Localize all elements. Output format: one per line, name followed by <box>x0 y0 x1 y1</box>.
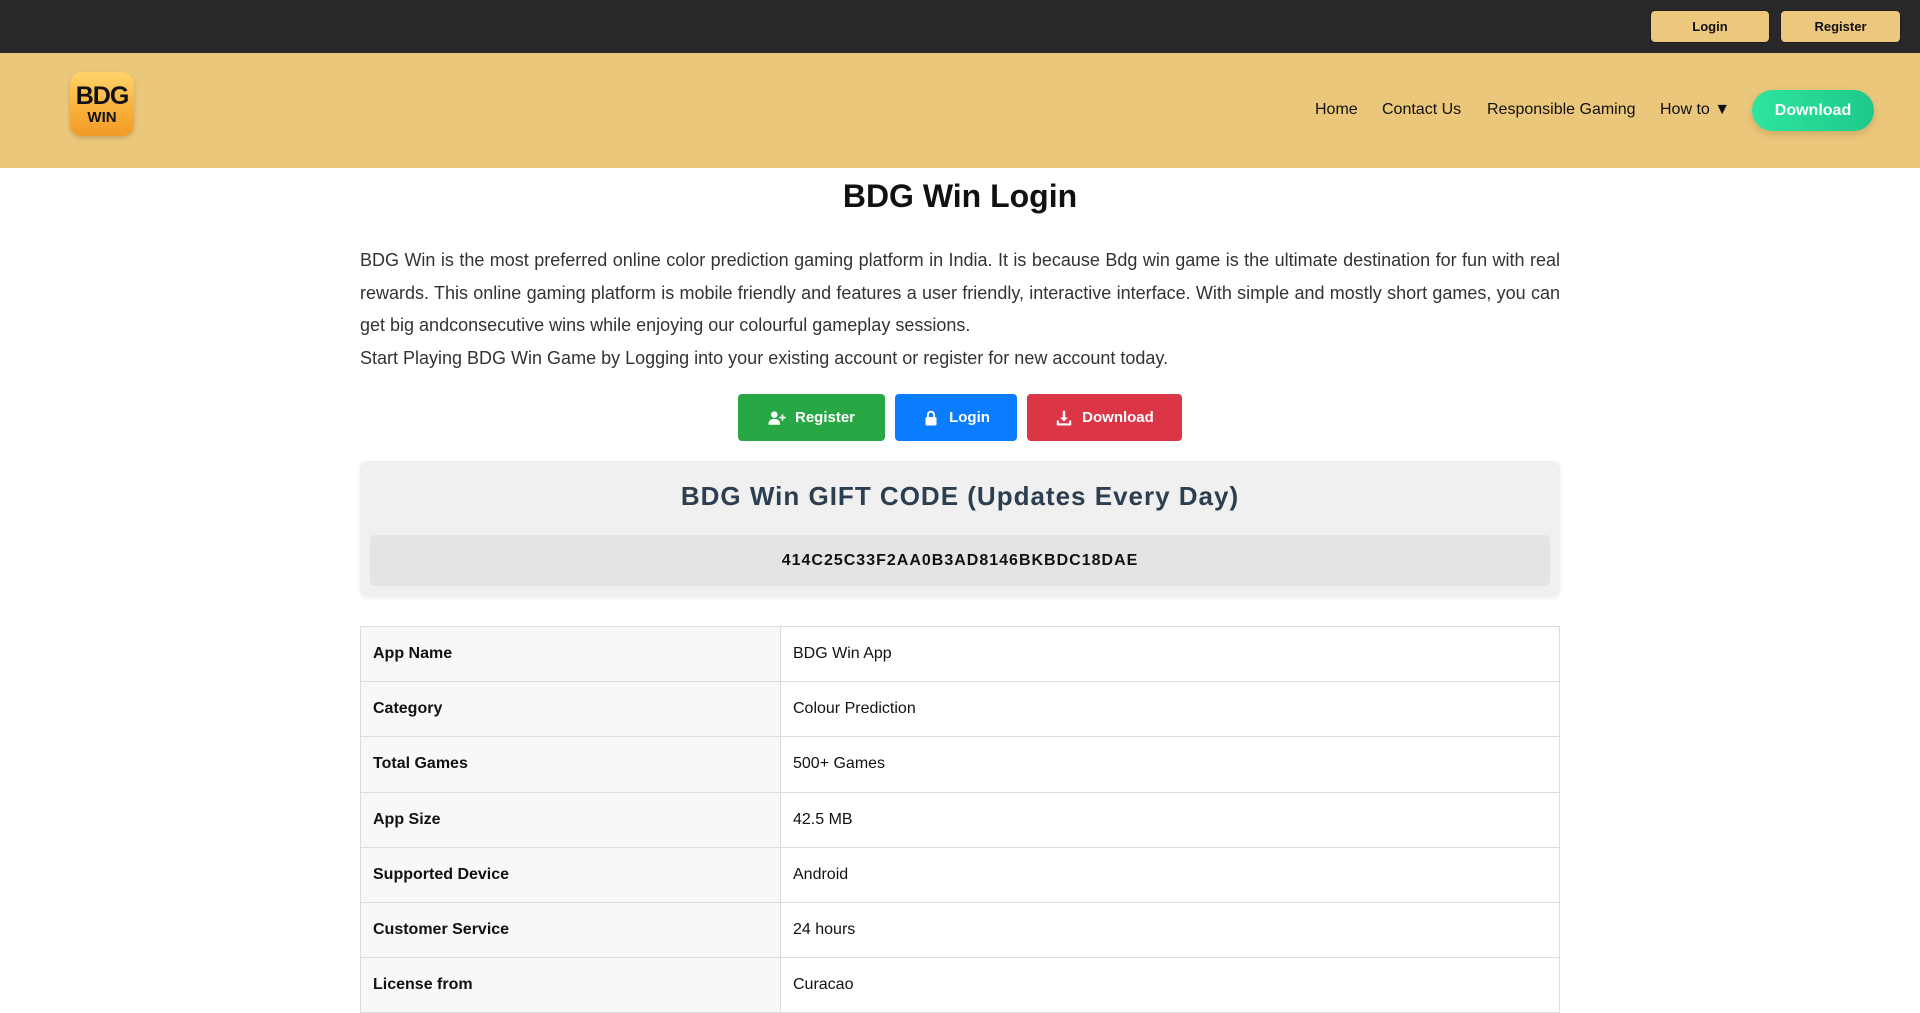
download-icon <box>1056 410 1072 425</box>
table-row: License from Curacao <box>360 957 1560 1013</box>
nav-home-link[interactable]: Home <box>1315 101 1358 119</box>
intro-call-to-action-text: Start Playing BDG Win Game by Logging in… <box>360 347 1169 368</box>
table-row: App Size 42.5 MB <box>360 791 1560 848</box>
download-button[interactable]: Download <box>1027 394 1182 441</box>
table-row: Supported Device Android <box>360 846 1560 903</box>
nav-download-button[interactable]: Download <box>1752 90 1874 131</box>
top-bar: Login Register <box>0 0 1920 53</box>
register-button[interactable]: Register <box>738 394 885 441</box>
table-value-cell: 42.5 MB <box>780 791 1560 848</box>
table-value-cell: Android <box>780 846 1560 903</box>
table-key-cell: App Name <box>360 625 781 683</box>
download-button-label: Download <box>1082 409 1154 426</box>
gift-code-title: BDG Win GIFT CODE (Updates Every Day) <box>680 481 1240 511</box>
table-key-cell: Category <box>360 681 781 738</box>
table-key-cell: License from <box>360 957 781 1013</box>
cta-button-row: Register Login Download <box>0 394 1920 441</box>
gift-code-box: BDG Win GIFT CODE (Updates Every Day) 41… <box>360 461 1560 596</box>
table-value-cell: BDG Win App <box>780 625 1560 683</box>
table-row: Category Colour Prediction <box>360 681 1560 738</box>
top-login-button[interactable]: Login <box>1650 10 1770 43</box>
table-key-cell: Supported Device <box>360 846 781 903</box>
nav-responsible-gaming-link[interactable]: Responsible Gaming <box>1487 101 1636 119</box>
table-value-cell: Colour Prediction <box>780 681 1560 738</box>
app-info-table: App Name BDG Win App Category Colour Pre… <box>360 625 1560 1013</box>
gift-code-value[interactable]: 414C25C33F2AA0B3AD8146BKBDC18DAE <box>370 535 1550 586</box>
table-row: Total Games 500+ Games <box>360 736 1560 793</box>
table-key-cell: Customer Service <box>360 901 781 959</box>
register-button-label: Register <box>794 409 856 426</box>
table-value-cell: 500+ Games <box>780 736 1560 793</box>
table-value-cell: Curacao <box>780 957 1560 1013</box>
site-header: BDG WIN Home Contact Us Responsible Gami… <box>0 53 1920 168</box>
table-row: App Name BDG Win App <box>360 625 1560 683</box>
table-key-cell: Total Games <box>360 736 781 793</box>
nav-contact-link[interactable]: Contact Us <box>1382 101 1461 119</box>
table-value-cell: 24 hours <box>780 901 1560 959</box>
intro-paragraph: BDG Win is the most preferred online col… <box>360 250 1560 335</box>
main-nav: Home Contact Us Responsible Gaming How t… <box>0 53 1920 168</box>
nav-how-to-dropdown[interactable]: How to ▼ <box>1660 101 1730 119</box>
table-row: Customer Service 24 hours <box>360 901 1560 959</box>
user-plus-icon <box>768 410 786 425</box>
login-button-label: Login <box>949 409 990 426</box>
lock-icon <box>925 410 937 425</box>
login-button[interactable]: Login <box>895 394 1017 441</box>
page-title: BDG Win Login <box>842 178 1078 214</box>
intro-text: BDG Win is the most preferred online col… <box>360 244 1560 374</box>
table-key-cell: App Size <box>360 791 781 848</box>
top-register-button[interactable]: Register <box>1780 10 1901 43</box>
